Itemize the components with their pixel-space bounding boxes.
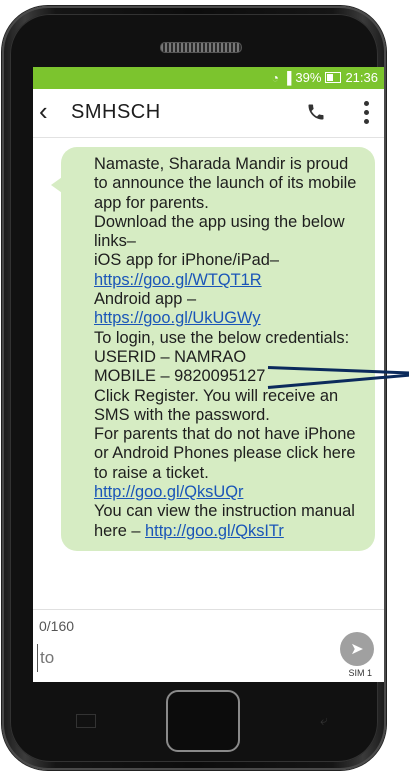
message-line: Namaste, Sharada Mandir is proud (94, 155, 349, 173)
battery-icon (325, 72, 342, 83)
message-bubble[interactable]: Namaste, Sharada Mandir is proud to anno… (51, 147, 375, 551)
manual-line: here – http://goo.gl/QksITr (94, 522, 365, 541)
phone-call-icon[interactable] (306, 102, 328, 124)
userid-line: USERID – NAMRAO (94, 347, 247, 366)
app-bar: ‹ SMHSCH (33, 89, 384, 138)
message-line: app for parents. (94, 193, 209, 212)
status-bar: ◔ ▐ 39% 21:36 (33, 67, 384, 89)
message-line: or Android Phones please click here (94, 444, 356, 463)
message-bubble-container: Namaste, Sharada Mandir is proud to anno… (51, 147, 375, 551)
signal-icon: ▐ (282, 70, 292, 85)
phone-screen: ◔ ▐ 39% 21:36 ‹ SMHSCH Namaste, Sharada … (33, 67, 384, 682)
message-line: to announce the launch of its mobile (94, 174, 357, 193)
message-line: to raise a ticket. (94, 463, 209, 482)
manual-link[interactable]: http://goo.gl/QksITr (145, 522, 284, 540)
battery-percent: 39% (295, 70, 322, 85)
send-button[interactable]: ➤ (340, 632, 374, 666)
sim-label: SIM 1 (348, 668, 372, 678)
conversation-title: SMHSCH (71, 101, 161, 123)
compose-area: 0/160 ➤ SIM 1 (33, 609, 384, 682)
message-line: For parents that do not have iPhone (94, 425, 356, 444)
char-counter: 0/160 (39, 618, 75, 634)
message-line: Download the app using the below (94, 212, 345, 231)
earpiece-speaker (160, 42, 242, 53)
message-line: links– (94, 232, 136, 251)
message-line: iOS app for iPhone/iPad– (94, 251, 279, 270)
message-line: SMS with the password. (94, 405, 270, 424)
home-button[interactable] (166, 690, 240, 752)
message-line: Android app – (94, 290, 197, 309)
message-line: To login, use the below credentials: (94, 328, 350, 347)
menu-key-icon[interactable] (76, 714, 96, 728)
recipient-input[interactable] (37, 644, 292, 672)
message-line: You can view the instruction manual (94, 502, 355, 521)
send-icon: ➤ (350, 641, 364, 658)
ticket-link[interactable]: http://goo.gl/QksUQr (94, 483, 365, 502)
status-icons: ◔ ▐ 39% 21:36 (272, 70, 378, 85)
manual-prefix: here – (94, 521, 146, 540)
message-line: Click Register. You will receive an (94, 386, 339, 405)
back-arrow-icon[interactable]: ‹ (39, 97, 48, 125)
android-app-link[interactable]: https://goo.gl/UkUGWy (94, 309, 365, 328)
back-key-icon[interactable]: ⤶ (320, 712, 328, 729)
overflow-menu-icon[interactable] (364, 101, 370, 125)
bubble-tail (51, 175, 65, 195)
ios-app-link[interactable]: https://goo.gl/WTQT1R (94, 271, 365, 290)
clock: 21:36 (345, 70, 378, 85)
wifi-icon: ◔ (271, 70, 279, 85)
